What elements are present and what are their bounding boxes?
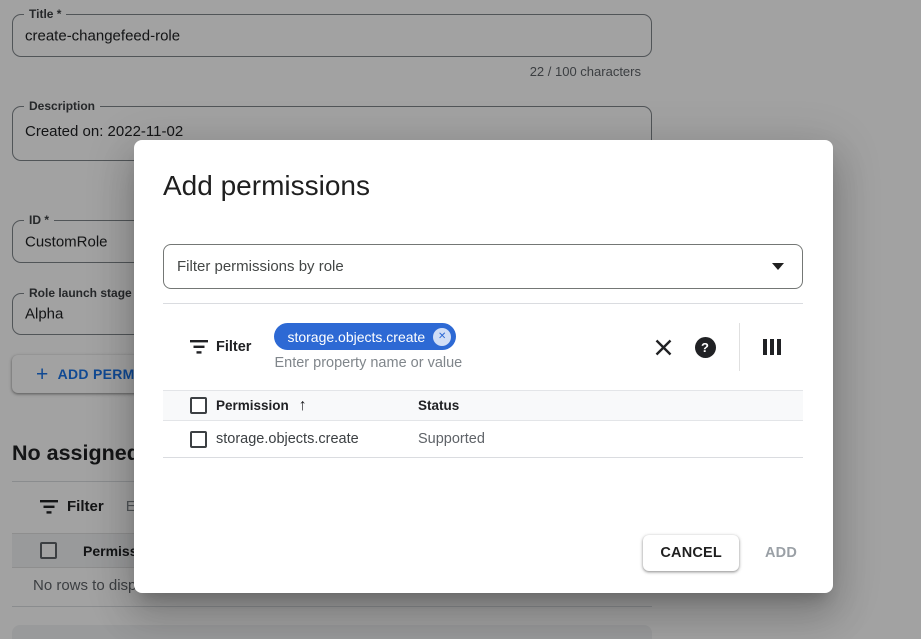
add-button[interactable]: ADD bbox=[765, 545, 797, 561]
sort-ascending-icon: ↑ bbox=[299, 398, 307, 414]
filter-chip[interactable]: storage.objects.create ✕ bbox=[274, 323, 456, 350]
filter-chip-label: storage.objects.create bbox=[287, 329, 425, 345]
filter-icon bbox=[190, 340, 208, 354]
status-column-header[interactable]: Status bbox=[418, 397, 459, 415]
filter-trigger[interactable]: Filter bbox=[190, 339, 251, 355]
permissions-table-header: Permission ↑ Status bbox=[163, 390, 803, 421]
columns-icon bbox=[763, 339, 782, 355]
table-row[interactable]: storage.objects.create Supported bbox=[163, 421, 803, 458]
help-button[interactable]: ? bbox=[695, 337, 716, 358]
role-select-value: Filter permissions by role bbox=[177, 258, 772, 275]
cancel-button[interactable]: CANCEL bbox=[643, 535, 739, 571]
add-permissions-dialog: Add permissions Filter permissions by ro… bbox=[134, 140, 833, 593]
dialog-title: Add permissions bbox=[163, 170, 370, 202]
divider bbox=[739, 323, 740, 371]
permission-cell: storage.objects.create bbox=[216, 431, 359, 447]
dialog-filter-toolbar: Filter storage.objects.create ✕ ? bbox=[163, 304, 803, 390]
row-checkbox[interactable] bbox=[190, 431, 207, 448]
dialog-actions: CANCEL ADD bbox=[643, 535, 797, 571]
clear-filters-button[interactable] bbox=[655, 339, 672, 356]
status-cell: Supported bbox=[418, 431, 485, 447]
permission-column-header[interactable]: Permission ↑ bbox=[216, 398, 418, 414]
column-display-button[interactable] bbox=[763, 339, 782, 355]
help-icon: ? bbox=[695, 337, 716, 358]
chip-remove-icon[interactable]: ✕ bbox=[433, 328, 451, 346]
create-role-page: Title * create-changefeed-role 22 / 100 … bbox=[0, 0, 921, 639]
permissions-table: Permission ↑ Status storage.objects.crea… bbox=[163, 390, 803, 458]
filter-label: Filter bbox=[216, 339, 251, 355]
filter-value-input[interactable] bbox=[274, 355, 604, 371]
filter-permissions-by-role-select[interactable]: Filter permissions by role bbox=[163, 244, 803, 289]
close-icon bbox=[655, 339, 672, 356]
select-all-checkbox[interactable] bbox=[190, 397, 207, 414]
chevron-down-icon bbox=[772, 263, 784, 270]
